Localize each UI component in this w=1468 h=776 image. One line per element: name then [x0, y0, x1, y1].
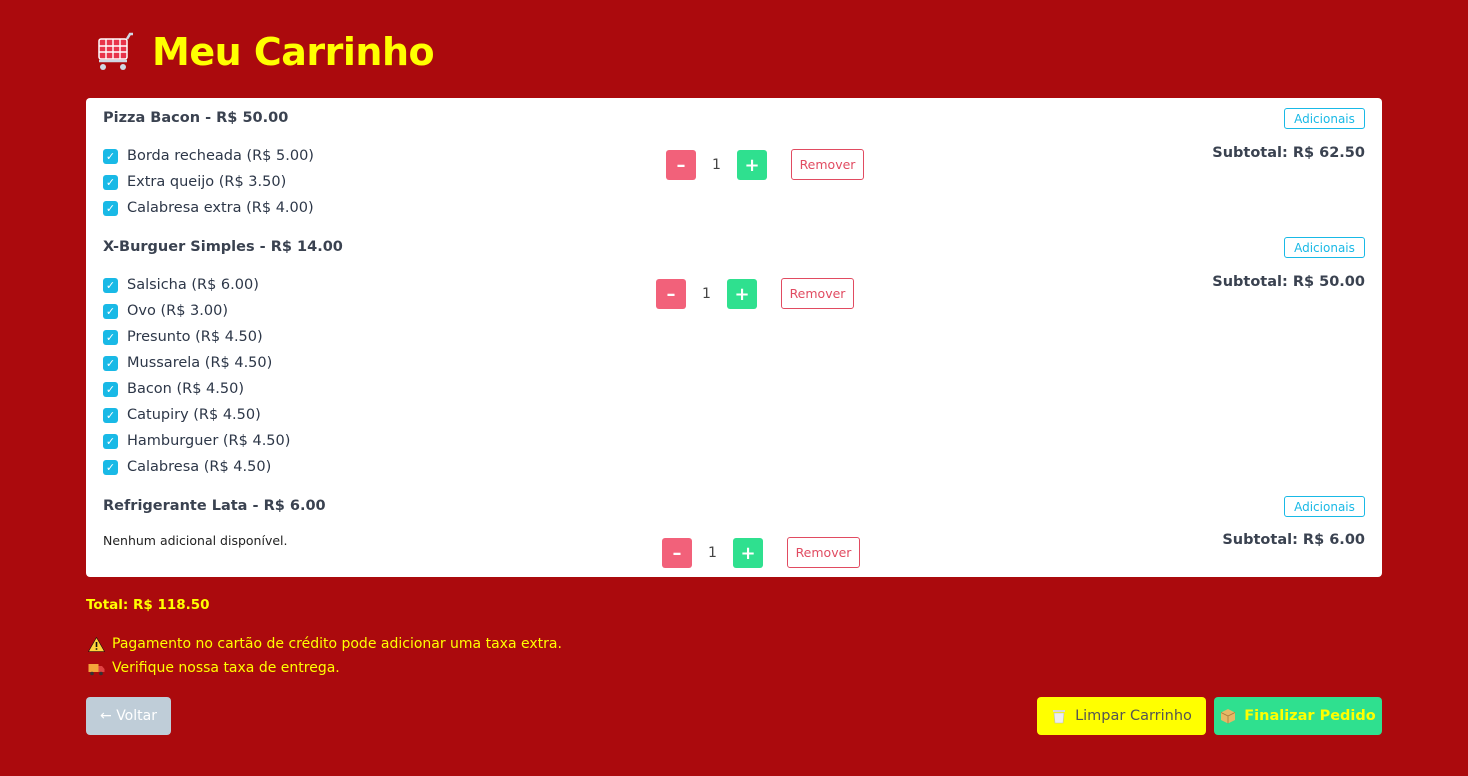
extra-label: Mussarela (R$ 4.50) [127, 355, 273, 371]
notice-text: Verifique nossa taxa de entrega. [112, 660, 340, 676]
warning-icon [88, 636, 105, 652]
extra-option[interactable]: ✓ Calabresa (R$ 4.50) [103, 454, 290, 480]
notice-delivery-fee: Verifique nossa taxa de entrega. [88, 660, 340, 676]
decrease-button[interactable]: – [656, 279, 686, 309]
item-subtotal: Subtotal: R$ 50.00 [1212, 274, 1365, 290]
extra-option[interactable]: ✓ Borda recheada (R$ 5.00) [103, 143, 314, 169]
extra-label: Salsicha (R$ 6.00) [127, 277, 259, 293]
quantity-value: 1 [702, 286, 711, 302]
quantity-value: 1 [708, 545, 717, 561]
package-icon [1221, 709, 1236, 724]
checkbox-checked-icon[interactable]: ✓ [103, 329, 118, 345]
extra-label: Bacon (R$ 4.50) [127, 381, 244, 397]
remove-button[interactable]: Remover [781, 278, 854, 309]
finish-order-label: Finalizar Pedido [1244, 708, 1376, 724]
checkbox-checked-icon[interactable]: ✓ [103, 148, 118, 164]
extra-label: Extra queijo (R$ 3.50) [127, 174, 287, 190]
extras-button[interactable]: Adicionais [1284, 496, 1365, 517]
item-subtotal: Subtotal: R$ 6.00 [1222, 532, 1365, 548]
clear-cart-label: Limpar Carrinho [1075, 708, 1192, 724]
extras-list: ✓ Salsicha (R$ 6.00) ✓ Ovo (R$ 3.00) ✓ Pres… [103, 272, 290, 480]
remove-button[interactable]: Remover [787, 537, 860, 568]
truck-icon [88, 663, 105, 675]
checkbox-checked-icon[interactable]: ✓ [103, 355, 118, 371]
page-title: Meu Carrinho [152, 30, 435, 74]
item-name: Refrigerante Lata - R$ 6.00 [103, 498, 326, 514]
extra-option[interactable]: ✓ Presunto (R$ 4.50) [103, 324, 290, 350]
checkbox-checked-icon[interactable]: ✓ [103, 277, 118, 293]
finish-order-button[interactable]: Finalizar Pedido [1214, 697, 1382, 735]
item-name: X-Burguer Simples - R$ 14.00 [103, 239, 343, 255]
quantity-value: 1 [712, 157, 721, 173]
checkbox-checked-icon[interactable]: ✓ [103, 381, 118, 397]
clear-cart-button[interactable]: Limpar Carrinho [1037, 697, 1206, 735]
decrease-button[interactable]: – [666, 150, 696, 180]
remove-button[interactable]: Remover [791, 149, 864, 180]
no-extras-text: Nenhum adicional disponível. [103, 533, 288, 548]
checkbox-checked-icon[interactable]: ✓ [103, 174, 118, 190]
back-button[interactable]: ← Voltar [86, 697, 171, 735]
page-header: Meu Carrinho [90, 30, 435, 74]
wastebasket-icon [1053, 710, 1066, 724]
checkbox-checked-icon[interactable]: ✓ [103, 433, 118, 449]
increase-button[interactable]: + [737, 150, 767, 180]
extras-list: ✓ Borda recheada (R$ 5.00) ✓ Extra queijo … [103, 143, 314, 221]
shopping-cart-icon [98, 32, 133, 70]
quantity-stepper: – 1 + [662, 538, 763, 568]
extra-label: Calabresa extra (R$ 4.00) [127, 200, 314, 216]
extra-label: Catupiry (R$ 4.50) [127, 407, 261, 423]
checkbox-checked-icon[interactable]: ✓ [103, 459, 118, 475]
extra-label: Calabresa (R$ 4.50) [127, 459, 272, 475]
extras-button[interactable]: Adicionais [1284, 108, 1365, 129]
checkbox-checked-icon[interactable]: ✓ [103, 303, 118, 319]
extra-option[interactable]: ✓ Ovo (R$ 3.00) [103, 298, 290, 324]
increase-button[interactable]: + [727, 279, 757, 309]
extra-label: Borda recheada (R$ 5.00) [127, 148, 314, 164]
extra-label: Hamburguer (R$ 4.50) [127, 433, 291, 449]
checkbox-checked-icon[interactable]: ✓ [103, 407, 118, 423]
extras-button[interactable]: Adicionais [1284, 237, 1365, 258]
item-name: Pizza Bacon - R$ 50.00 [103, 110, 289, 126]
extra-label: Presunto (R$ 4.50) [127, 329, 263, 345]
extra-option[interactable]: ✓ Calabresa extra (R$ 4.00) [103, 195, 314, 221]
quantity-stepper: – 1 + [666, 150, 767, 180]
increase-button[interactable]: + [733, 538, 763, 568]
checkbox-checked-icon[interactable]: ✓ [103, 200, 118, 216]
extra-option[interactable]: ✓ Salsicha (R$ 6.00) [103, 272, 290, 298]
item-subtotal: Subtotal: R$ 62.50 [1212, 145, 1365, 161]
cart-list: Pizza Bacon - R$ 50.00 Adicionais ✓ Borda… [86, 98, 1382, 577]
decrease-button[interactable]: – [662, 538, 692, 568]
extra-option[interactable]: ✓ Mussarela (R$ 4.50) [103, 350, 290, 376]
extra-option[interactable]: ✓ Catupiry (R$ 4.50) [103, 402, 290, 428]
cart-total: Total: R$ 118.50 [86, 597, 210, 613]
extra-option[interactable]: ✓ Hamburguer (R$ 4.50) [103, 428, 290, 454]
quantity-stepper: – 1 + [656, 279, 757, 309]
extra-label: Ovo (R$ 3.00) [127, 303, 228, 319]
extra-option[interactable]: ✓ Bacon (R$ 4.50) [103, 376, 290, 402]
notice-text: Pagamento no cartão de crédito pode adic… [112, 636, 562, 652]
notice-credit-fee: Pagamento no cartão de crédito pode adic… [88, 636, 562, 652]
extra-option[interactable]: ✓ Extra queijo (R$ 3.50) [103, 169, 314, 195]
